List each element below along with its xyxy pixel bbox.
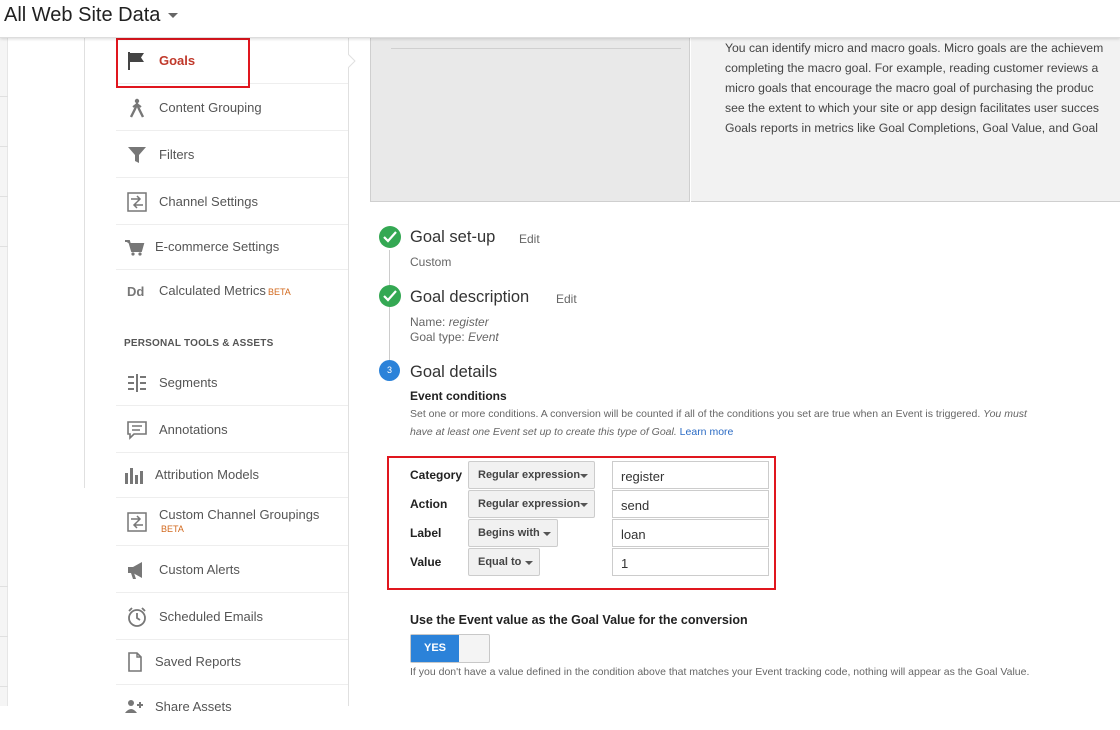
nav-item-attribution-models[interactable]: Attribution Models <box>116 452 348 498</box>
nav-item-content-grouping[interactable]: Content Grouping <box>116 85 348 131</box>
condition-value-input-action[interactable]: send <box>612 490 769 518</box>
condition-label-label: Label <box>410 526 442 540</box>
goals-highlight-box <box>116 38 250 88</box>
nav-item-label: E-commerce Settings <box>155 239 280 254</box>
comment-icon <box>126 420 148 440</box>
nav-item-label: Custom Alerts <box>159 562 240 577</box>
nav-item-filters[interactable]: Filters <box>116 132 348 178</box>
step-number-badge: 3 <box>379 360 400 381</box>
operator-select-label[interactable]: Begins with <box>468 519 558 547</box>
active-arrow-notch <box>348 54 356 68</box>
event-value-note: If you don't have a value defined in the… <box>410 666 1030 678</box>
goal-type-line: Goal type: Event <box>410 330 499 344</box>
chevron-down-icon <box>525 561 533 565</box>
beta-badge: BETA <box>267 287 291 297</box>
svg-text:Dd: Dd <box>127 284 144 299</box>
goal-type-panel <box>370 38 690 202</box>
nav-column-border <box>348 38 349 706</box>
condition-value-input-value[interactable]: 1 <box>612 548 769 576</box>
step-title-goal-description: Goal description <box>410 288 530 306</box>
learn-more-link[interactable]: Learn more <box>680 426 734 438</box>
nav-item-label: Segments <box>159 375 218 390</box>
admin-view-nav: Goals Content Grouping Filters Channel S… <box>116 38 349 714</box>
check-icon <box>379 285 401 307</box>
nav-item-label: Annotations <box>159 422 228 437</box>
condition-label-category: Category <box>410 468 463 482</box>
operator-select-action[interactable]: Regular expression <box>468 490 595 518</box>
check-icon <box>379 226 401 248</box>
use-event-value-title: Use the Event value as the Goal Value fo… <box>410 613 748 627</box>
edit-goal-setup-link[interactable]: Edit <box>519 232 540 246</box>
goal-intro-panel: You can identify micro and macro goals. … <box>691 38 1120 202</box>
chevron-down-icon <box>543 532 551 536</box>
nav-item-label: Saved Reports <box>155 654 241 669</box>
nav-item-label: Share Assets <box>155 699 232 714</box>
channel-settings-icon <box>126 512 148 532</box>
step-title-goal-details: Goal details <box>410 363 498 381</box>
document-icon <box>124 652 146 672</box>
segments-icon <box>126 373 148 393</box>
nav-item-label: Custom Channel Groupings <box>159 507 320 522</box>
nav-item-share-assets[interactable]: Share Assets <box>116 684 348 730</box>
funnel-icon <box>126 145 148 165</box>
column-divider <box>84 38 85 488</box>
section-heading-personal-tools: PERSONAL TOOLS & ASSETS <box>124 338 274 349</box>
nav-item-saved-reports[interactable]: Saved Reports <box>116 639 348 685</box>
condition-value-input-label[interactable]: loan <box>612 519 769 547</box>
nav-item-label: Calculated Metrics BETA <box>159 283 291 298</box>
use-event-value-toggle[interactable]: YES <box>410 634 490 663</box>
condition-label-value: Value <box>410 555 442 569</box>
share-people-icon <box>124 697 146 717</box>
megaphone-icon <box>126 560 148 580</box>
step-title-goal-setup: Goal set-up <box>410 228 496 246</box>
event-conditions-description: Set one or more conditions. A conversion… <box>410 408 1027 438</box>
channel-settings-icon <box>126 192 148 212</box>
view-selector-title[interactable]: All Web Site Data <box>4 4 160 27</box>
nav-item-annotations[interactable]: Annotations <box>116 407 348 453</box>
nav-item-custom-alerts[interactable]: Custom Alerts <box>116 547 348 593</box>
dd-icon: Dd <box>126 281 148 301</box>
nav-item-calculated-metrics[interactable]: Dd Calculated Metrics BETA <box>116 268 348 314</box>
goal-setup-value: Custom <box>410 255 452 269</box>
bar-chart-icon <box>124 465 146 485</box>
nav-item-label: Channel Settings <box>159 194 259 209</box>
edit-goal-description-link[interactable]: Edit <box>556 292 577 306</box>
chevron-down-icon <box>580 503 588 507</box>
event-conditions-title: Event conditions <box>410 389 507 403</box>
operator-select-value[interactable]: Equal to <box>468 548 540 576</box>
step-connector-line <box>389 250 390 366</box>
nav-item-channel-settings[interactable]: Channel Settings <box>116 179 348 225</box>
clock-icon <box>126 607 148 627</box>
nav-item-label: Scheduled Emails <box>159 609 264 624</box>
nav-item-custom-channel-groupings[interactable]: Custom Channel Groupings BETA <box>116 498 348 546</box>
nav-item-label: Attribution Models <box>155 467 260 482</box>
left-scroll-strip <box>0 38 8 706</box>
nav-item-segments[interactable]: Segments <box>116 360 348 406</box>
top-bar: All Web Site Data <box>0 0 1120 38</box>
goal-name-line: Name: register <box>410 315 489 329</box>
condition-label-action: Action <box>410 497 448 511</box>
goal-intro-text: You can identify micro and macro goals. … <box>725 41 1104 135</box>
cart-icon <box>124 237 146 257</box>
beta-badge: BETA <box>161 524 184 534</box>
person-walking-icon <box>126 98 148 118</box>
operator-select-category[interactable]: Regular expression <box>468 461 595 489</box>
nav-item-ecommerce-settings[interactable]: E-commerce Settings <box>116 224 348 270</box>
nav-item-label: Content Grouping <box>159 100 262 115</box>
chevron-down-icon <box>580 474 588 478</box>
chevron-down-icon[interactable] <box>168 13 178 18</box>
nav-item-label: Filters <box>159 147 195 162</box>
toggle-yes-label: YES <box>411 635 459 662</box>
condition-value-input-category[interactable]: register <box>612 461 769 489</box>
nav-item-scheduled-emails[interactable]: Scheduled Emails <box>116 594 348 640</box>
